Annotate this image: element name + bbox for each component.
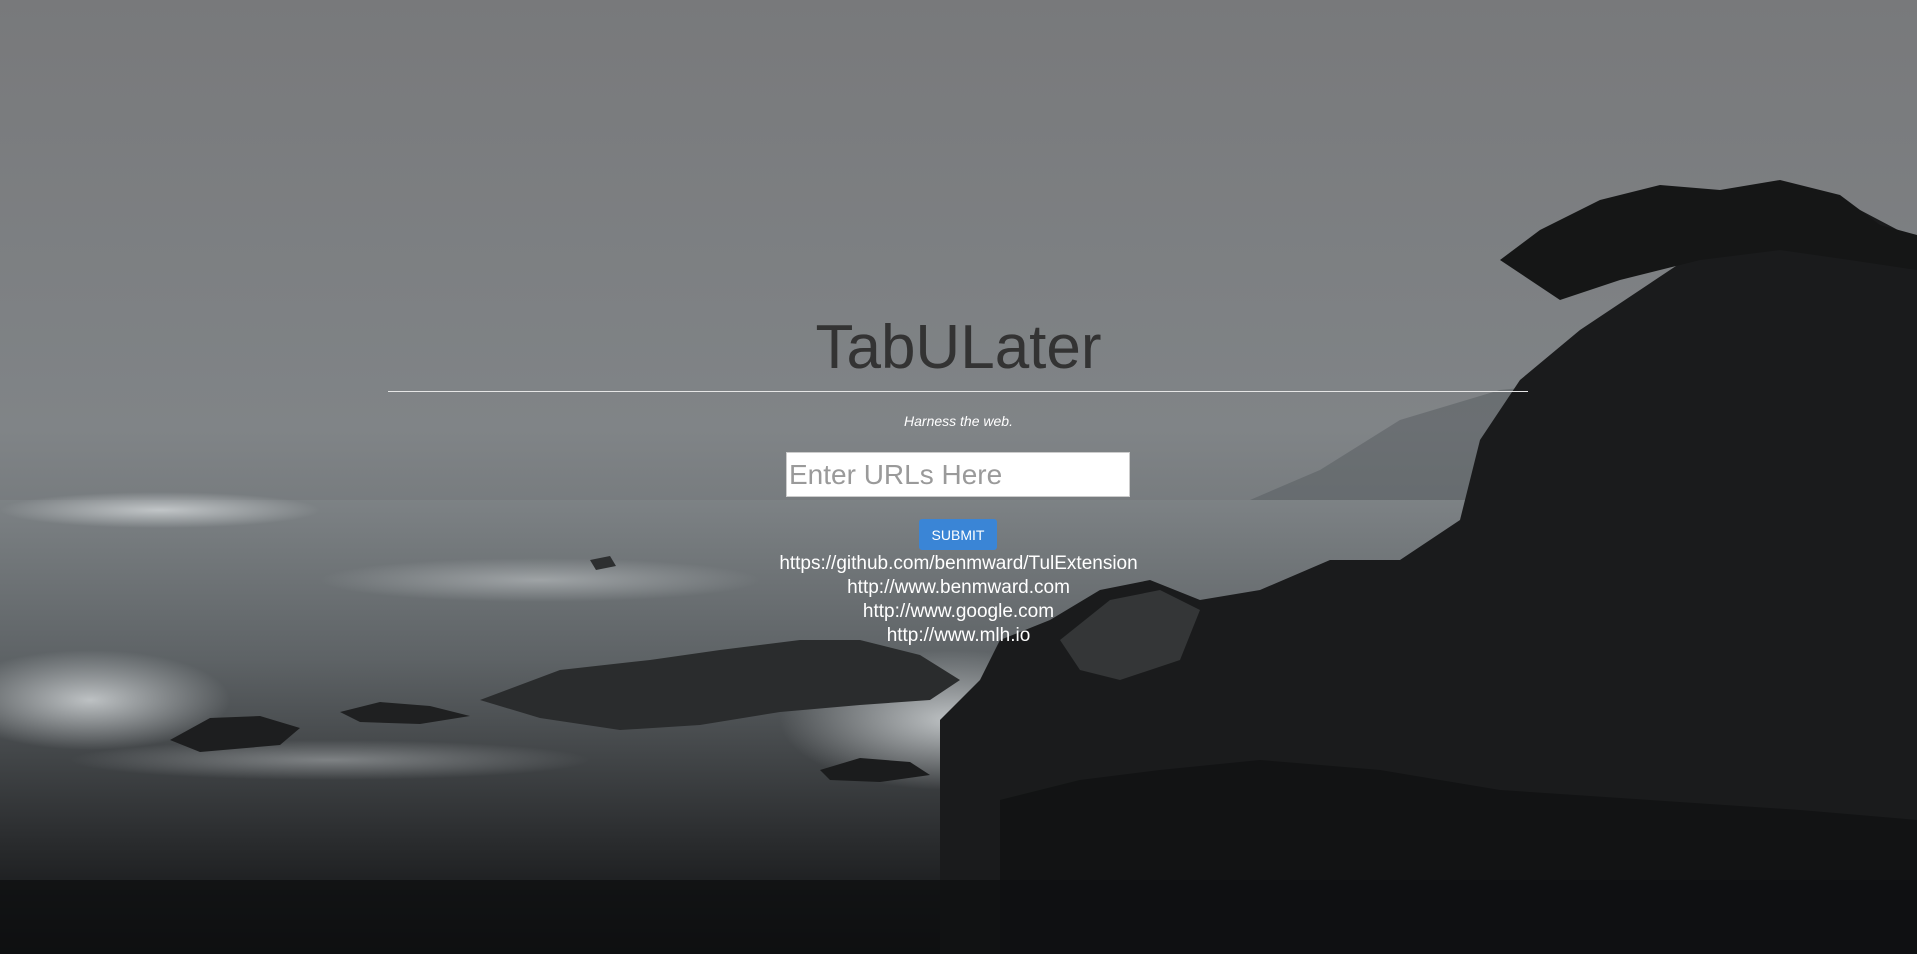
url-list-item: https://github.com/benmward/TulExtension — [0, 552, 1917, 576]
url-link[interactable]: http://www.benmward.com — [847, 577, 1070, 598]
tagline: Harness the web. — [904, 413, 1013, 429]
url-input[interactable] — [786, 452, 1130, 497]
url-link[interactable]: https://github.com/benmward/TulExtension — [779, 553, 1137, 574]
url-list-item: http://www.benmward.com — [0, 576, 1917, 600]
url-link[interactable]: http://www.mlh.io — [887, 625, 1031, 646]
url-list: https://github.com/benmward/TulExtension… — [0, 552, 1917, 648]
main-content: TabULater Harness the web. SUBMIT https:… — [0, 0, 1917, 954]
url-link[interactable]: http://www.google.com — [863, 601, 1054, 622]
page-title: TabULater — [815, 313, 1102, 382]
title-divider — [388, 391, 1528, 392]
url-list-item: http://www.google.com — [0, 600, 1917, 624]
submit-button[interactable]: SUBMIT — [919, 519, 997, 550]
url-list-item: http://www.mlh.io — [0, 624, 1917, 648]
